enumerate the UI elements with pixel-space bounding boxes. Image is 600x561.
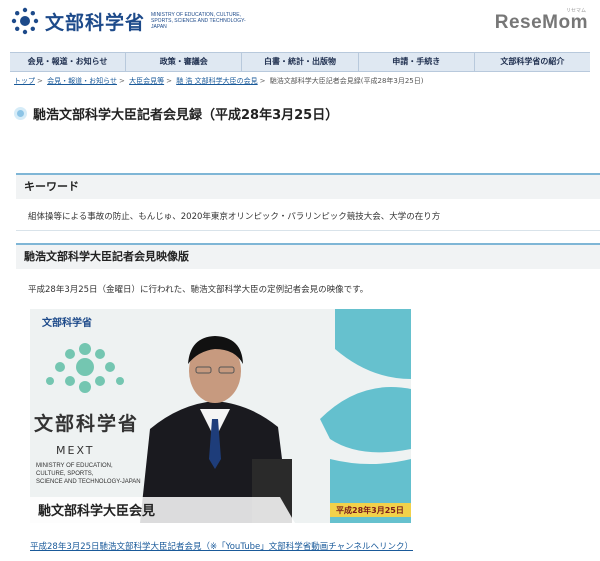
mext-emblem-icon: [11, 7, 39, 35]
logo-en-text: MINISTRY OF EDUCATION, CULTURE, SPORTS, …: [151, 12, 246, 30]
nav-item-about[interactable]: 文部科学省の紹介: [475, 53, 590, 71]
keywords-heading: キーワード: [16, 173, 600, 199]
mext-logo[interactable]: 文部科学省 MINISTRY OF EDUCATION, CULTURE, SP…: [10, 6, 261, 36]
nav-item-publications[interactable]: 白書・統計・出版物: [242, 53, 359, 71]
resemom-watermark: ReseMom: [494, 12, 588, 33]
breadcrumb-press[interactable]: 馳 浩 文部科学大臣の会見: [176, 77, 257, 85]
video-caption: 馳文部科学大臣会見: [38, 504, 156, 519]
page-title: 馳浩文部科学大臣記者会見録（平成28年3月25日）: [33, 108, 339, 123]
keywords-text: 組体操等による事故の防止、もんじゅ、2020年東京オリンピック・パラリンピック競…: [28, 212, 441, 222]
video-big-jp: 文部科学省: [34, 413, 140, 435]
breadcrumb: トップ > 会見・報道・お知らせ > 大臣会見等 > 馳 浩 文部科学大臣の会見 > 馳…: [14, 76, 424, 86]
breadcrumb-news[interactable]: 会見・報道・お知らせ: [47, 77, 117, 85]
video-description: 平成28年3月25日（金曜日）に行われた、馳浩文部科学大臣の定例記者会見の映像で…: [28, 285, 369, 295]
video-mext: MEXT: [56, 444, 95, 457]
title-bullet-icon: [14, 107, 27, 120]
logo-jp-text: 文部科学省: [45, 11, 146, 34]
divider: [16, 230, 600, 231]
breadcrumb-sep: >: [118, 77, 125, 85]
video-mext-sub-line: SCIENCE AND TECHNOLOGY-JAPAN: [36, 479, 141, 485]
nav-item-applications[interactable]: 申請・手続き: [359, 53, 475, 71]
nav-item-policy[interactable]: 政策・審議会: [126, 53, 243, 71]
youtube-link[interactable]: 平成28年3月25日馳浩文部科学大臣記者会見（※「YouTube」文部科学省動画…: [30, 540, 413, 552]
global-nav: 会見・報道・お知らせ 政策・審議会 白書・統計・出版物 申請・手続き 文部科学省…: [10, 52, 590, 72]
nav-item-news[interactable]: 会見・報道・お知らせ: [10, 53, 127, 71]
breadcrumb-top[interactable]: トップ: [14, 77, 35, 85]
press-conference-video[interactable]: 文部科学省 文部科学省 MEXT MINISTRY OF EDUCATION, …: [30, 309, 411, 523]
breadcrumb-sep: >: [37, 77, 43, 85]
breadcrumb-sep: >: [259, 77, 266, 85]
video-logo-jp: 文部科学省: [42, 318, 92, 329]
video-date: 平成28年3月25日: [336, 506, 404, 515]
breadcrumb-minister[interactable]: 大臣会見等: [129, 77, 164, 85]
page-title-block: 馳浩文部科学大臣記者会見録（平成28年3月25日）: [14, 104, 338, 123]
site-header: 文部科学省 MINISTRY OF EDUCATION, CULTURE, SP…: [0, 0, 600, 46]
video-section-heading: 馳浩文部科学大臣記者会見映像版: [16, 243, 600, 269]
breadcrumb-current: 馳浩文部科学大臣記者会見録(平成28年3月25日): [269, 77, 424, 85]
breadcrumb-sep: >: [166, 77, 172, 85]
video-mext-sub-line: MINISTRY OF EDUCATION,: [36, 463, 113, 469]
video-mext-sub: MINISTRY OF EDUCATION, CULTURE, SPORTS, …: [36, 462, 141, 486]
video-mext-sub-line: CULTURE, SPORTS,: [36, 471, 94, 477]
